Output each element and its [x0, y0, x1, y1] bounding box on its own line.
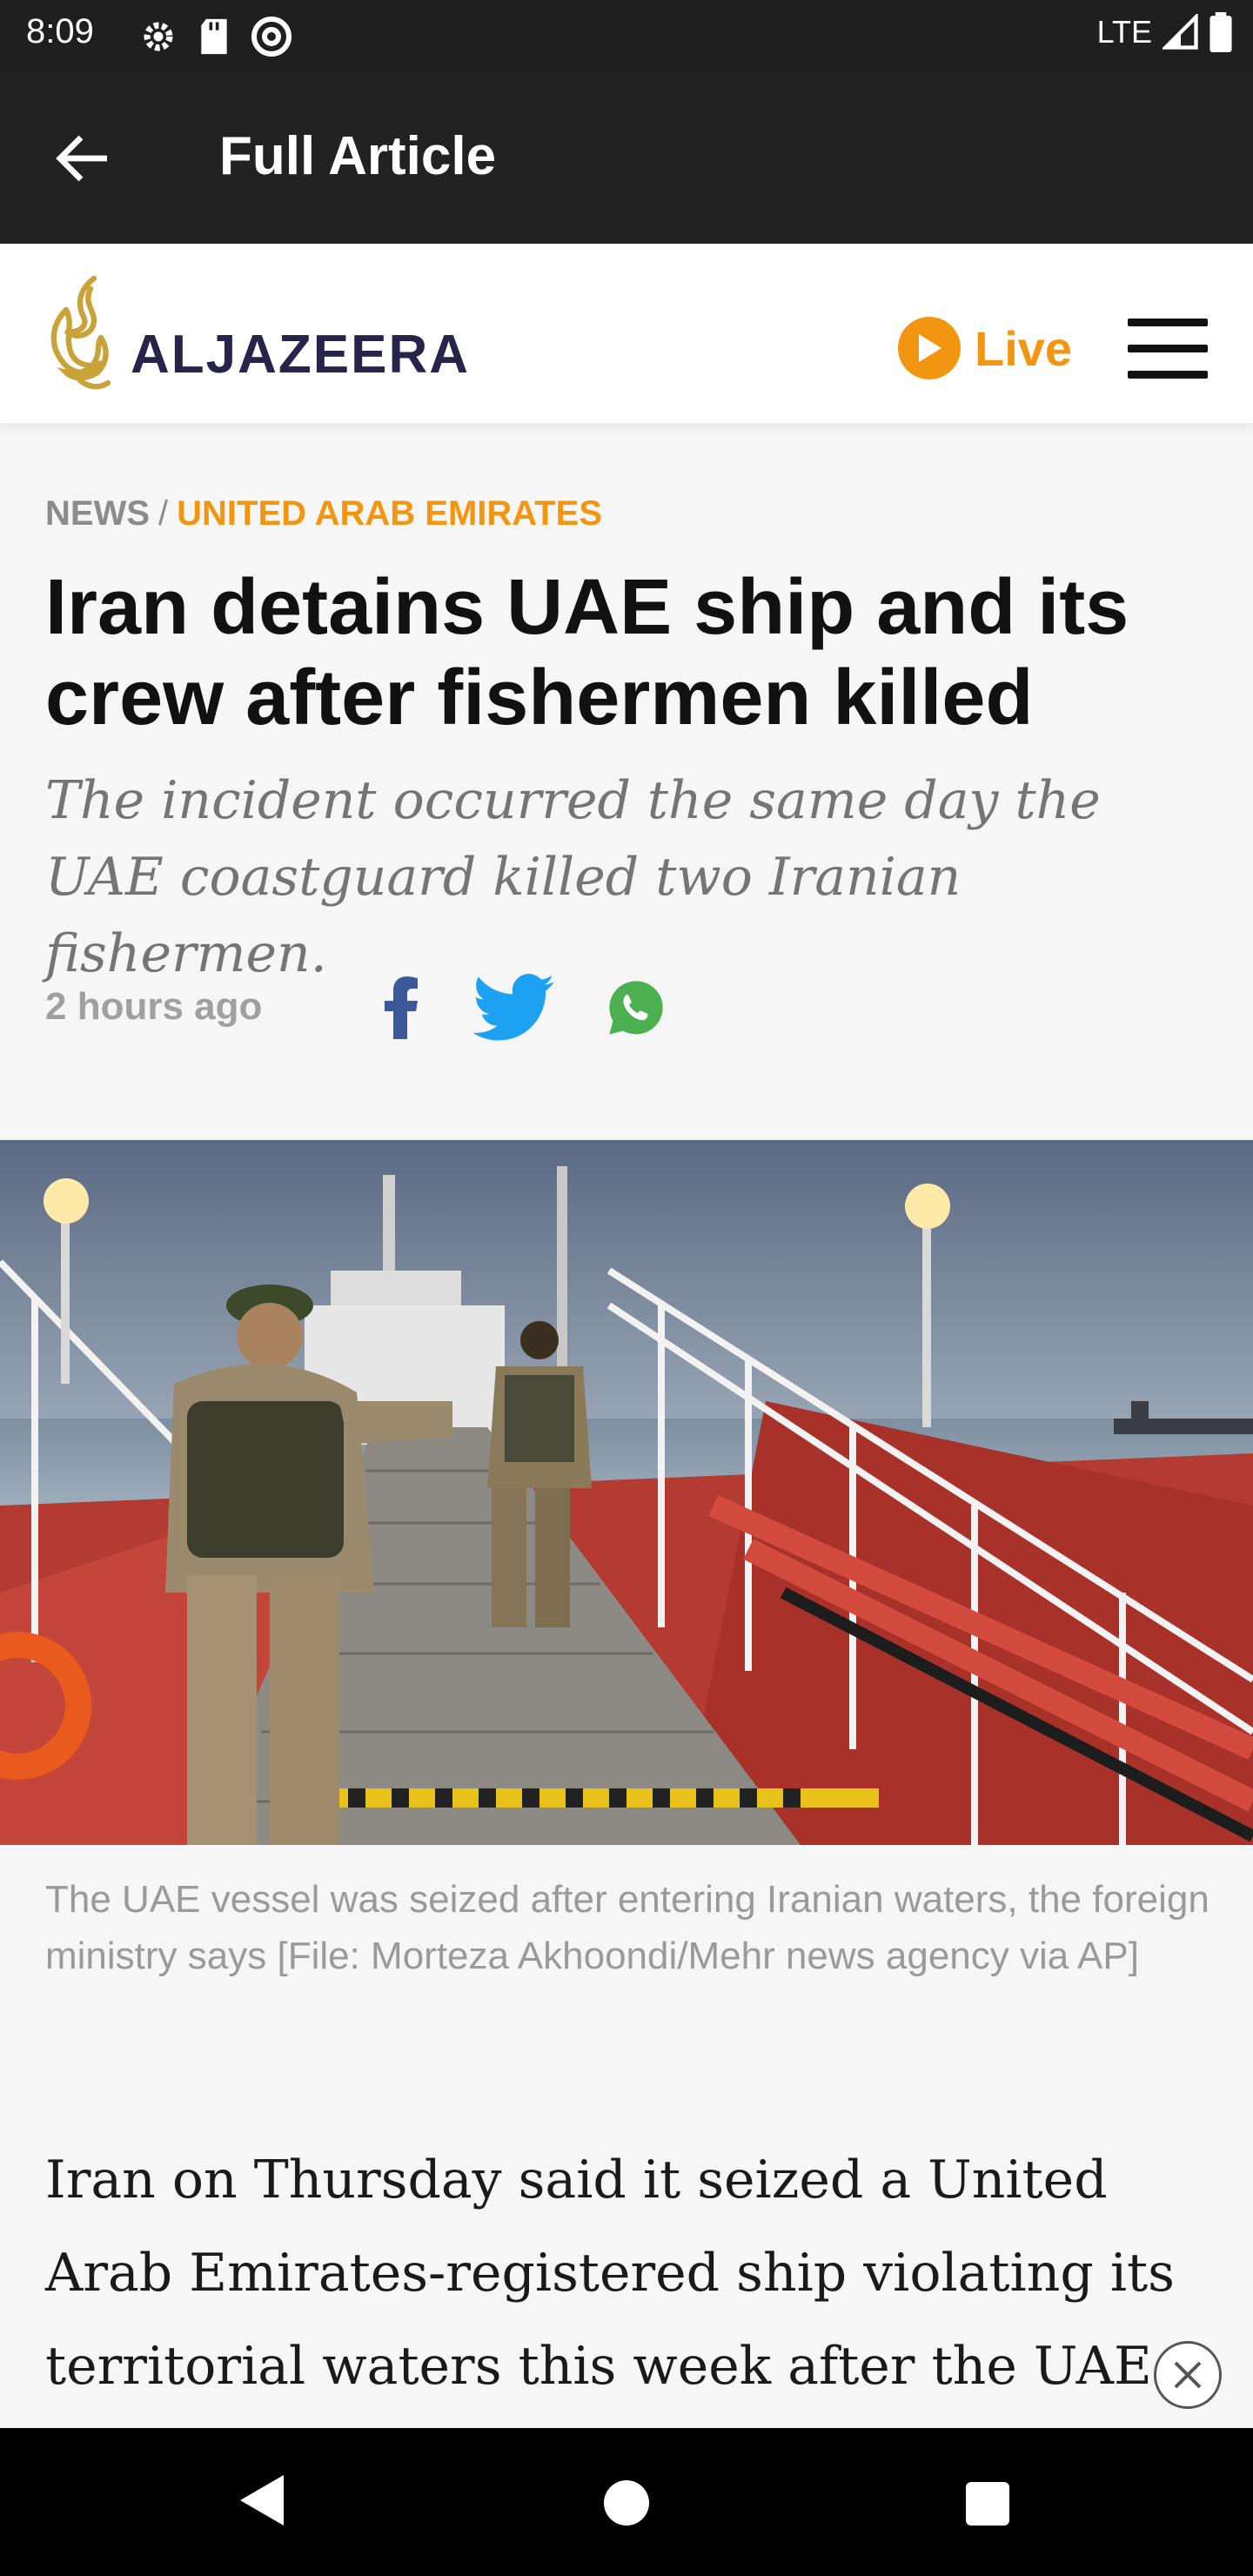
article-body-paragraph: Iran on Thursday said it seized a United…	[45, 2150, 1175, 2397]
arrow-back-icon	[56, 135, 107, 182]
network-type: LTE	[1096, 14, 1152, 50]
twitter-icon[interactable]	[472, 973, 555, 1043]
battery-icon	[1209, 12, 1232, 52]
status-system-icons: LTE	[1097, 12, 1232, 52]
image-caption: The UAE vessel was seized after entering…	[45, 1878, 1209, 1977]
close-ad-button[interactable]	[1154, 2341, 1222, 2409]
app-bar: Full Article	[0, 73, 1253, 244]
status-bar: 8:09 LTE	[0, 0, 1253, 73]
sd-card-icon	[201, 18, 227, 55]
live-button[interactable]: Live	[898, 317, 1072, 379]
site-header: ALJAZEERA Live	[0, 244, 1253, 423]
system-navigation-bar	[0, 2428, 1253, 2576]
close-icon	[1174, 2361, 1202, 2389]
live-label: Live	[975, 320, 1073, 376]
facebook-icon[interactable]	[383, 973, 421, 1043]
aljazeera-emblem-icon	[50, 275, 111, 390]
logo-wordmark: ALJAZEERA	[131, 324, 471, 385]
play-icon	[898, 317, 961, 379]
signal-icon	[1163, 14, 1198, 50]
aljazeera-logo[interactable]: ALJAZEERA	[42, 272, 470, 402]
breadcrumb-news-link[interactable]: NEWS	[45, 494, 150, 533]
article-timestamp: 2 hours ago	[45, 985, 263, 1028]
hamburger-menu-icon[interactable]	[1128, 319, 1208, 379]
nav-recents-icon[interactable]	[966, 2482, 1009, 2526]
at-sign-icon	[251, 17, 291, 57]
settings-gear-icon	[144, 22, 173, 51]
share-bar	[383, 973, 667, 1043]
breadcrumb: NEWS / UNITED ARAB EMIRATES	[45, 494, 602, 533]
article-headline: Iran detains UAE ship and its crew after…	[45, 564, 1129, 741]
article-hero-image[interactable]	[0, 1140, 1253, 1845]
nav-back-icon[interactable]	[235, 2472, 287, 2529]
article-subheadline: The incident occurred the same day the U…	[45, 770, 1101, 984]
whatsapp-icon[interactable]	[606, 973, 667, 1043]
breadcrumb-separator: /	[158, 494, 169, 533]
status-notification-icons	[139, 14, 292, 59]
ship-deck-photo	[0, 1140, 1253, 1845]
page-title: Full Article	[219, 126, 497, 186]
status-time: 8:09	[26, 12, 94, 50]
nav-home-icon[interactable]	[604, 2480, 649, 2526]
breadcrumb-category-link[interactable]: UNITED ARAB EMIRATES	[177, 494, 602, 533]
back-button[interactable]	[44, 124, 122, 193]
